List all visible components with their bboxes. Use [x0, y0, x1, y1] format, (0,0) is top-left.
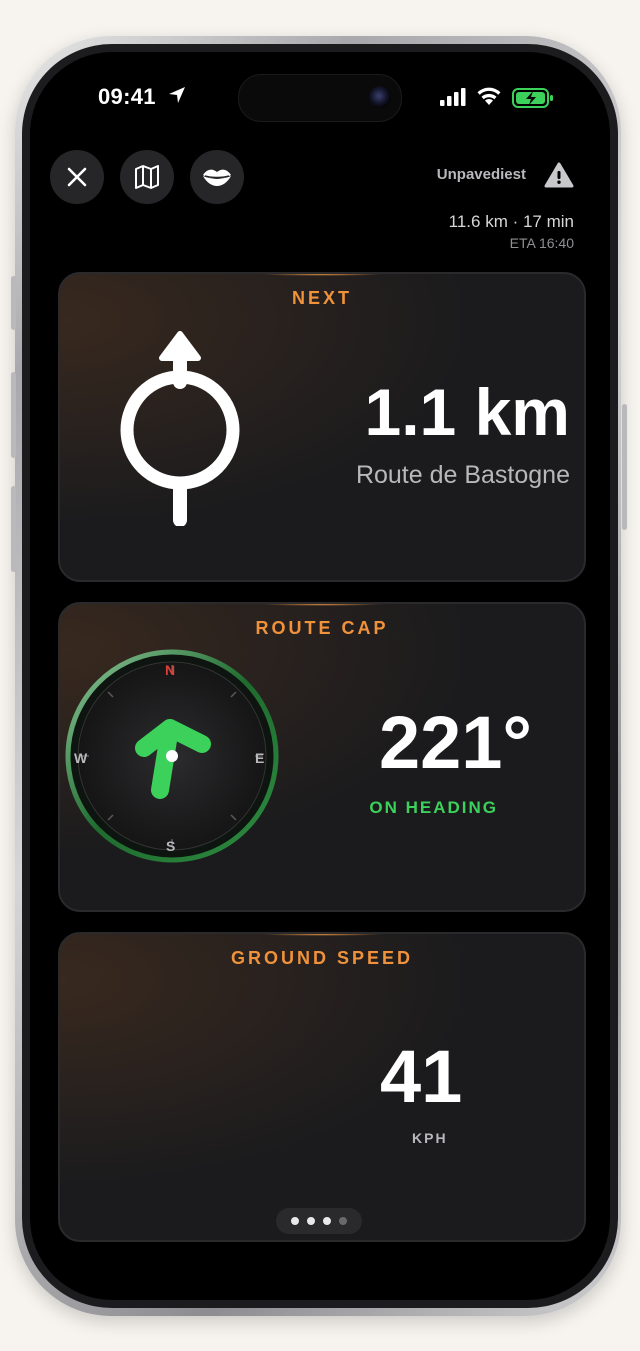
- route-cap-card[interactable]: ROUTE CAP N E S W 221° ON HEADING: [58, 602, 586, 912]
- maneuver-distance: 1.1 km: [364, 375, 570, 449]
- cellular-signal-icon: [440, 88, 466, 106]
- card-title: GROUND SPEED: [230, 948, 414, 968]
- page-dot[interactable]: [339, 1217, 347, 1225]
- volume-down-button: [11, 486, 16, 572]
- page-dot[interactable]: [291, 1217, 299, 1225]
- location-arrow-icon: [169, 87, 185, 103]
- compass-dial: [65, 649, 279, 863]
- map-mode-label[interactable]: Unpavediest: [437, 166, 526, 183]
- card-title: ROUTE CAP: [255, 618, 389, 638]
- screen: 09:41 Unpavediest 11.6 km · 17 min ETA 1…: [30, 52, 610, 1300]
- close-button[interactable]: [50, 150, 104, 204]
- camera: [369, 86, 391, 108]
- eta-label: ETA 16:40: [509, 235, 574, 251]
- trip-summary: 11.6 km · 17 min: [448, 212, 574, 231]
- roundabout-straight-icon: [120, 331, 240, 526]
- maneuver-road-name: Route de Bastogne: [355, 461, 570, 489]
- compass-north: N: [165, 662, 176, 678]
- action-button: [11, 276, 16, 330]
- wifi-icon: [477, 87, 501, 105]
- battery-charging-icon: [512, 88, 553, 108]
- status-time: 09:41: [98, 84, 156, 109]
- close-icon: [67, 167, 87, 187]
- dynamic-island: [238, 74, 402, 122]
- compass-west: W: [74, 750, 88, 766]
- page-dot[interactable]: [323, 1217, 331, 1225]
- power-button: [622, 404, 627, 530]
- speed-unit: KPH: [412, 1130, 448, 1146]
- volume-up-button: [11, 372, 16, 458]
- page-dot[interactable]: [307, 1217, 315, 1225]
- heading-value: 221°: [378, 701, 532, 784]
- card-title: NEXT: [291, 288, 352, 308]
- next-maneuver-card[interactable]: NEXT 1.1 km Route de Bastogne: [58, 272, 586, 582]
- voice-button[interactable]: [190, 150, 244, 204]
- warning-icon[interactable]: [544, 162, 574, 188]
- heading-status: ON HEADING: [369, 798, 498, 817]
- lips-icon: [203, 169, 231, 186]
- map-icon: [135, 165, 159, 189]
- speed-value: 41: [380, 1035, 463, 1118]
- page-indicator[interactable]: [276, 1208, 362, 1234]
- ground-speed-card[interactable]: GROUND SPEED 41 KPH: [58, 932, 586, 1242]
- compass-east: E: [255, 750, 265, 766]
- compass-south: S: [166, 838, 176, 854]
- map-button[interactable]: [120, 150, 174, 204]
